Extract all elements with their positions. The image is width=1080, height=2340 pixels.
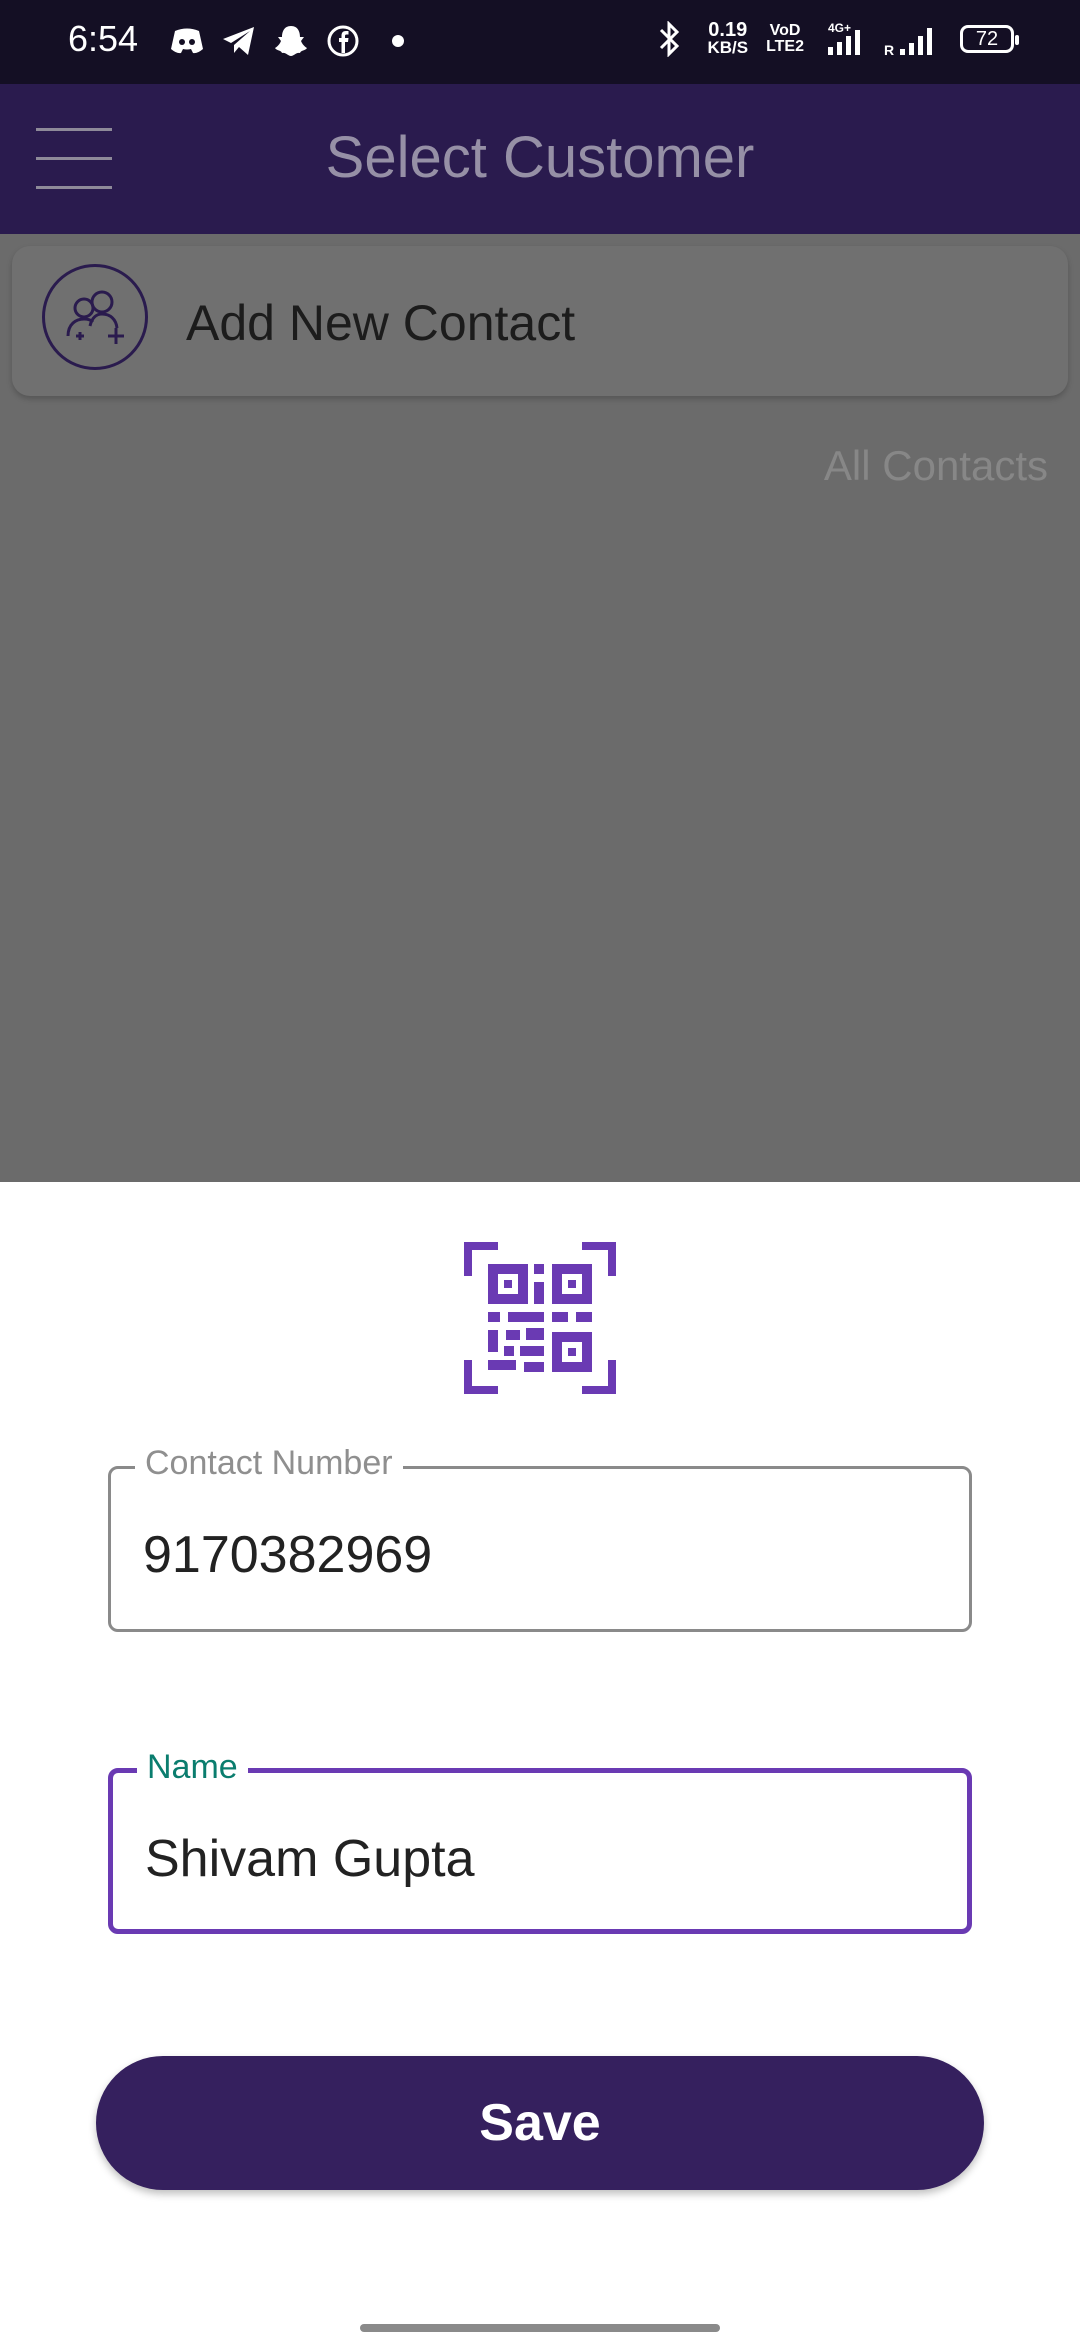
notification-icons: [168, 22, 404, 60]
name-field[interactable]: Name: [108, 1747, 972, 1934]
system-icons: 0.19 KB/S VoD LTE2 4G+ R 72: [651, 19, 1019, 58]
contact-number-input[interactable]: [143, 1525, 923, 1585]
discord-icon: [168, 22, 206, 60]
all-contacts-filter[interactable]: All Contacts: [824, 442, 1048, 490]
battery-icon: 72: [960, 25, 1019, 53]
volte-top: VoD: [769, 22, 801, 39]
more-notifications-dot: [392, 35, 404, 47]
network-speed-unit: KB/S: [707, 38, 749, 57]
network-speed: 0.19 KB/S: [707, 19, 749, 57]
status-time: 6:54: [68, 18, 139, 59]
add-new-contact-label: Add New Contact: [186, 295, 576, 351]
svg-text:4G+: 4G+: [828, 21, 851, 35]
name-input[interactable]: [145, 1829, 925, 1889]
name-label: Name: [137, 1747, 248, 1787]
add-new-contact-button[interactable]: Add New Contact: [12, 246, 1068, 396]
signal-roaming-icon: R: [884, 20, 942, 58]
signal-4g-icon: 4G+: [822, 20, 866, 58]
save-button[interactable]: Save: [96, 2056, 984, 2190]
bluetooth-icon: [651, 20, 689, 58]
volte-indicator: VoD LTE2: [766, 23, 804, 55]
add-contact-icon: [42, 264, 148, 370]
home-indicator[interactable]: [360, 2324, 720, 2332]
add-contact-sheet: Contact Number Name Save: [0, 1182, 1080, 2340]
page-title: Select Customer: [325, 125, 755, 190]
svg-text:R: R: [884, 42, 894, 57]
contact-number-label: Contact Number: [135, 1443, 403, 1483]
facebook-icon: [324, 22, 362, 60]
app-bar: Select Customer: [0, 84, 1080, 234]
volte-bottom: LTE2: [766, 38, 804, 55]
network-speed-value: 0.19: [708, 19, 748, 41]
contact-number-field[interactable]: Contact Number: [108, 1443, 972, 1632]
status-bar: 6:54 0.19 KB/S VoD LTE2 4G+ R 72: [0, 0, 1080, 84]
telegram-icon: [220, 22, 258, 60]
qr-scan-icon[interactable]: [464, 1242, 616, 1394]
snapchat-icon: [272, 22, 310, 60]
